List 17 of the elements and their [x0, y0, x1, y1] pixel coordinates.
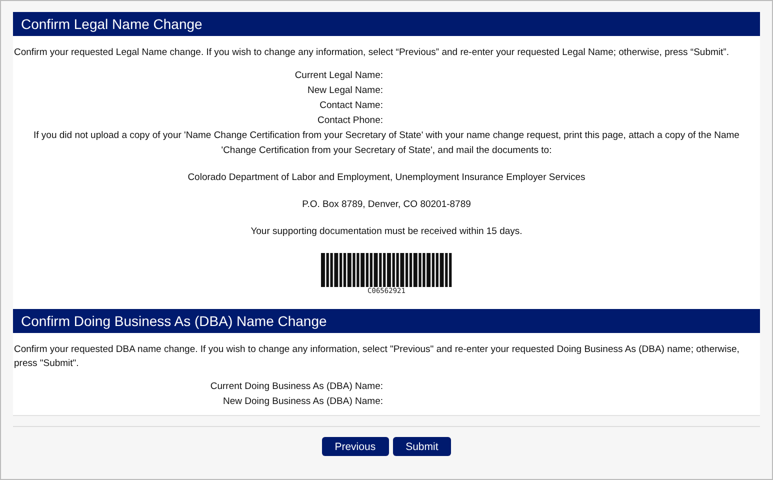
field-label: Current Legal Name: [294, 69, 383, 83]
field-label: New Doing Business As (DBA) Name: [222, 395, 383, 409]
section-header: Confirm Doing Business As (DBA) Name Change [13, 309, 760, 333]
instructions-text: Confirm your requested Legal Name change. If you wish to change any information, select “Previous” and re-enter your requested Legal Name; otherwise, press “Submit”. [14, 46, 730, 60]
note-text: If you did not upload a copy of your 'Name Change Certification from your Secretary of State' with your name change request, print this page, attach a copy of the Name 'Change Certification from your Secretary of State', and mail the documents to: [32, 129, 740, 158]
section-header: Confirm Legal Name Change [13, 12, 760, 36]
form-button[interactable]: Submit [392, 437, 452, 456]
field-label: Contact Name: [318, 99, 383, 113]
instructions-text: Confirm your requested DBA name change. If you wish to change any information, select "Previous" and re-enter your requested Doing Business As (DBA) name; otherwise, press "Submit". [14, 343, 740, 371]
barcode-icon [320, 253, 452, 287]
field-label: New Legal Name: [306, 84, 383, 98]
form-button[interactable]: Previous [322, 437, 389, 456]
field-label: Current Doing Business As (DBA) Name: [209, 380, 383, 394]
note-text: P.O. Box 8789, Denver, CO 80201-8789 [301, 198, 472, 212]
field-label: Contact Phone: [316, 114, 383, 128]
note-text: Your supporting documentation must be received within 15 days. [250, 225, 524, 239]
note-text: Colorado Department of Labor and Employment, Unemployment Insurance Employer Services [186, 171, 586, 185]
